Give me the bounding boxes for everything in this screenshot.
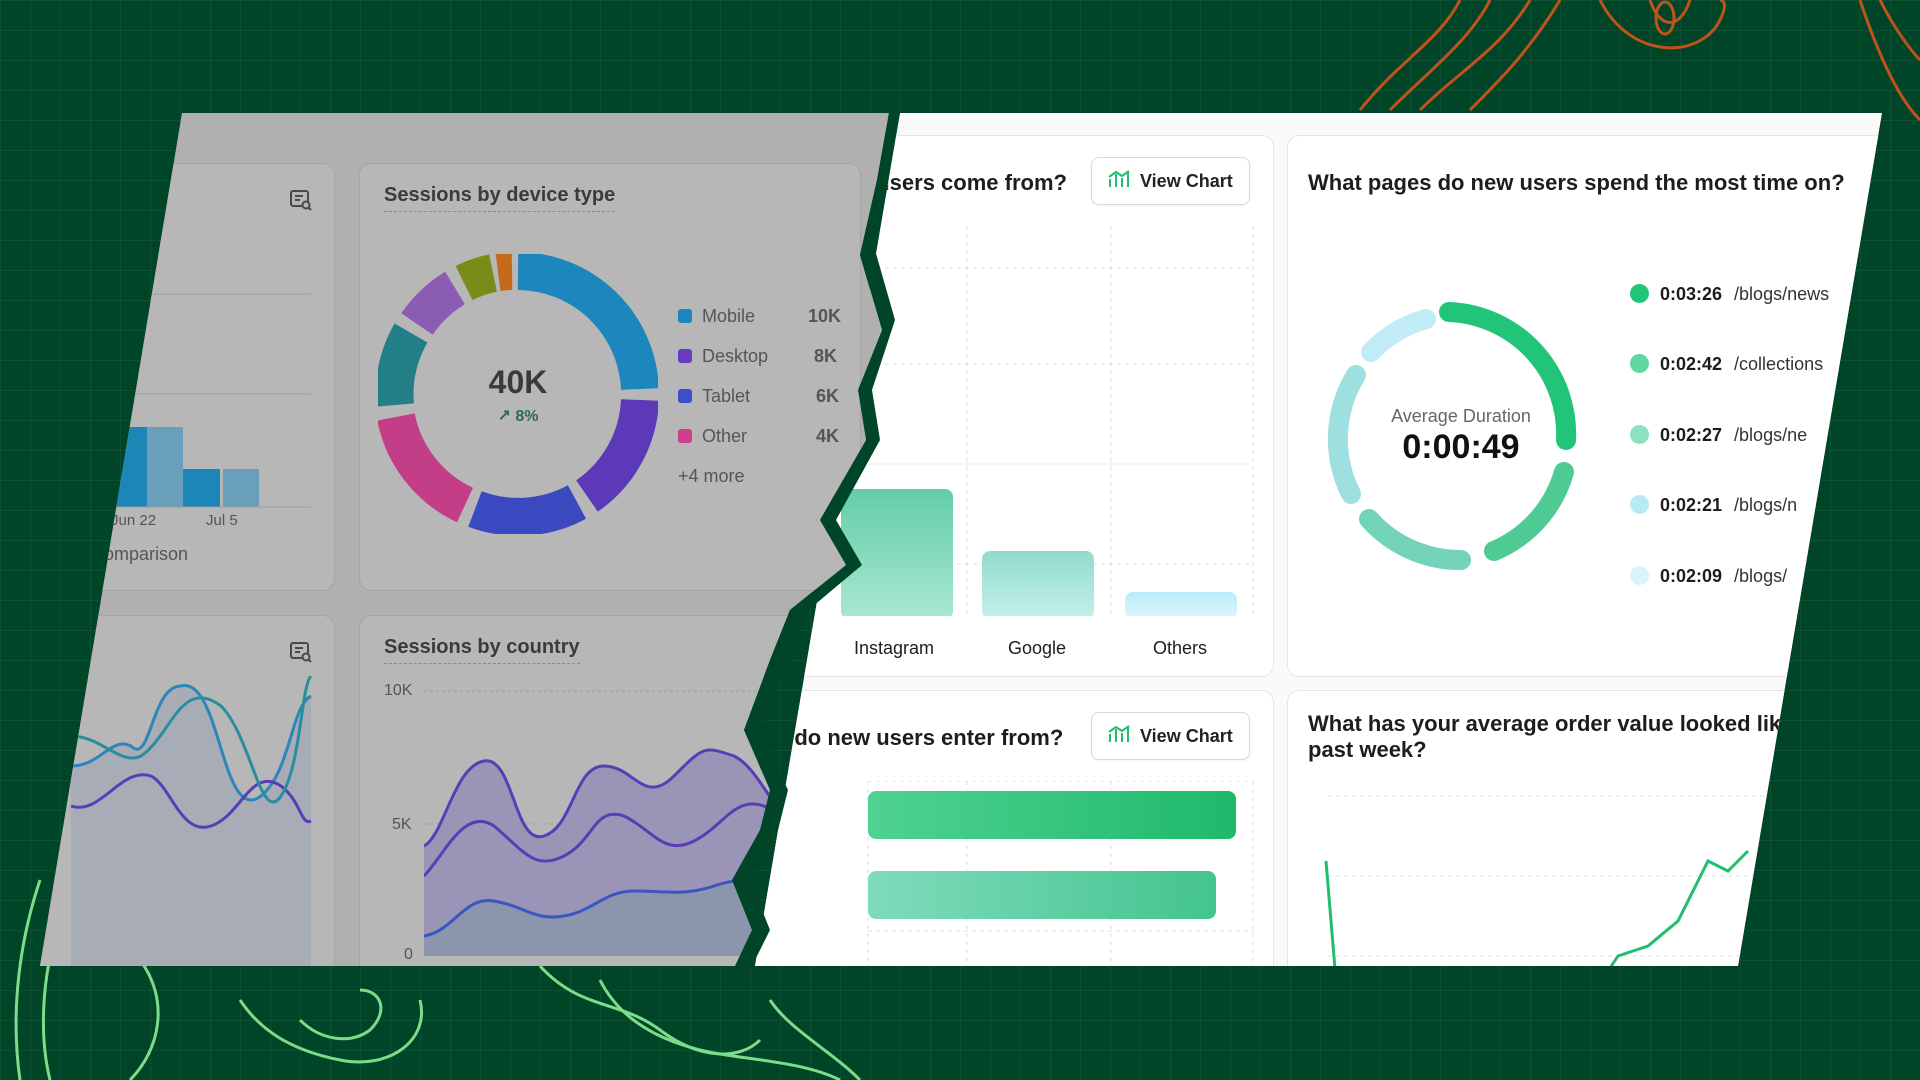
chart-icon — [1108, 724, 1130, 749]
bar-google — [982, 551, 1094, 616]
legend-label: Desktop — [702, 346, 769, 366]
entry-bar-2 — [868, 871, 1216, 919]
card-title: Sessions by country — [384, 636, 580, 664]
device-change: ↗ 8% — [497, 408, 539, 425]
row-path: /blogs/n — [1734, 495, 1798, 515]
x-label-jul5: Jul 5 — [206, 512, 238, 529]
entry-sources-card: Where do new users enter from? View Char… — [721, 690, 1274, 966]
legend-mobile[interactable]: Mobile — [678, 306, 755, 327]
bar-label-google: Google — [1008, 638, 1067, 658]
legend-label: Mobile — [702, 306, 756, 326]
row-time: 0:03:26 — [1660, 284, 1723, 304]
average-duration-value: 0:00:49 — [1402, 428, 1520, 466]
x-label-jun22: Jun 22 — [111, 512, 157, 529]
card-title-line1: What has your average order value looked… — [1308, 711, 1886, 736]
legend-dot — [1630, 354, 1649, 373]
average-duration-label: Average Duration — [1391, 406, 1531, 426]
card-title: What pages do new users spend the most t… — [1308, 170, 1845, 195]
report-search-icon[interactable] — [289, 640, 313, 669]
order-value-line-end — [1606, 849, 1750, 966]
order-value-card: What has your average order value looked… — [1287, 690, 1886, 966]
chart-icon — [1108, 169, 1130, 194]
bar-instagram — [841, 489, 953, 616]
legend-label: Tablet — [702, 386, 751, 406]
y-tick-5k: 5K — [392, 816, 412, 833]
row-time: 0:02:21 — [1660, 495, 1723, 515]
view-chart-button[interactable]: View Chart — [1091, 712, 1250, 760]
legend-more-link[interactable]: +4 more — [678, 466, 745, 487]
legend-other[interactable]: Other — [678, 426, 747, 447]
legend-label: Other — [702, 426, 748, 446]
row-path: /blogs/news — [1734, 284, 1830, 304]
card-title: Sessions by device type — [384, 184, 616, 212]
row-time: 0:02:27 — [1660, 425, 1723, 445]
row-path: /blogs/ne — [1734, 425, 1808, 445]
legend-swatch — [678, 429, 692, 443]
entry-bar-chart — [867, 781, 1254, 966]
legend-dot — [1630, 495, 1649, 514]
row-time: 0:02:09 — [1660, 566, 1723, 586]
legend-swatch — [678, 389, 692, 403]
order-value-line-chart — [1324, 795, 1828, 966]
bar-label-others: Others — [1153, 638, 1208, 658]
legend-swatch — [678, 349, 692, 363]
legend-dot — [1630, 425, 1649, 444]
y-tick-0: 0 — [404, 946, 413, 963]
row-time: 0:02:42 — [1660, 354, 1723, 374]
bar-label-instagram: Instagram — [854, 638, 935, 658]
trend-lines-chart — [70, 676, 313, 966]
row-path: /collections — [1734, 354, 1824, 374]
legend-value: 6K — [816, 386, 840, 406]
legend-value: 10K — [808, 306, 842, 326]
legend-swatch — [678, 309, 692, 323]
view-chart-label: View Chart — [1140, 170, 1233, 191]
entry-bar-1 — [868, 791, 1236, 839]
view-chart-label: View Chart — [1140, 725, 1233, 746]
trend-lines-card — [40, 615, 335, 966]
bar-others — [1125, 592, 1237, 616]
card-title-line2: past week? — [1308, 737, 1427, 762]
card-title: Where do new users enter from? — [721, 725, 1064, 750]
legend-dot — [1630, 566, 1649, 585]
device-type-card: Sessions by device type 40K ↗ 8% Mobile … — [359, 163, 861, 591]
trend-bar-chart — [101, 293, 311, 508]
order-value-line — [1324, 860, 1338, 966]
legend-desktop[interactable]: Desktop — [678, 346, 768, 367]
legend-value: 4K — [816, 426, 840, 446]
y-tick-10k: 10K — [384, 682, 413, 699]
device-total: 40K — [488, 364, 548, 400]
legend-value: 8K — [814, 346, 838, 366]
trend-card: Jun 22 Jul 5 Comparison — [40, 163, 335, 591]
comparison-label: Comparison — [91, 544, 189, 564]
legend-tablet[interactable]: Tablet — [678, 386, 750, 407]
pages-time-card: What pages do new users spend the most t… — [1287, 135, 1882, 677]
row-path: /blogs/ — [1734, 566, 1788, 586]
legend-dot — [1630, 284, 1649, 303]
